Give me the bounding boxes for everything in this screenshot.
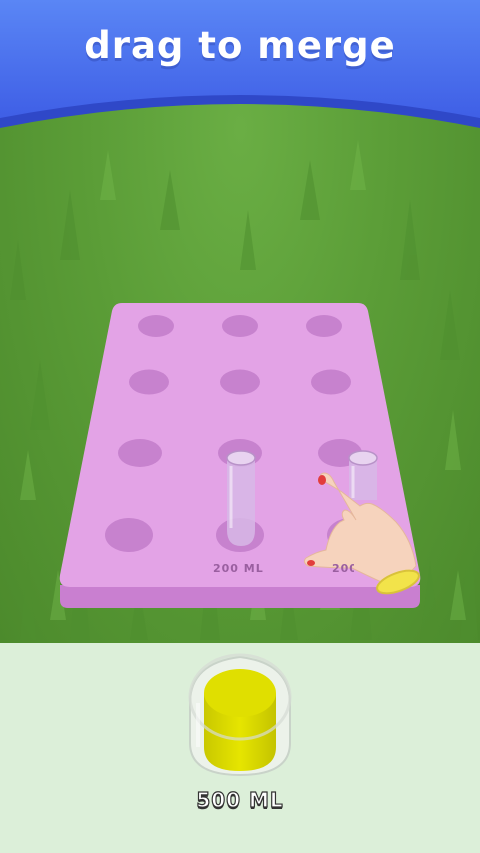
cup-volume-label: 500 ML [196, 787, 284, 812]
test-tube[interactable] [348, 450, 378, 500]
rack-hole[interactable] [129, 369, 169, 395]
test-tube[interactable] [226, 450, 256, 546]
game-screen: drag to merge 200 ML 20 500 ML [0, 0, 480, 853]
rack-hole[interactable] [220, 369, 260, 395]
target-cup-panel [0, 643, 480, 853]
rack-hole[interactable] [222, 315, 258, 337]
target-cup[interactable] [0, 643, 480, 803]
rack-hole[interactable] [105, 518, 153, 552]
board-edge [60, 585, 420, 608]
tube-volume-label: 200 ML [213, 562, 264, 575]
rack-hole[interactable] [118, 439, 162, 467]
tube-volume-label: 200 ML [332, 562, 354, 575]
tube-rack-board [59, 303, 421, 608]
rack-hole[interactable] [138, 315, 174, 337]
rack-hole[interactable] [306, 315, 342, 337]
rack-hole[interactable] [311, 369, 351, 395]
